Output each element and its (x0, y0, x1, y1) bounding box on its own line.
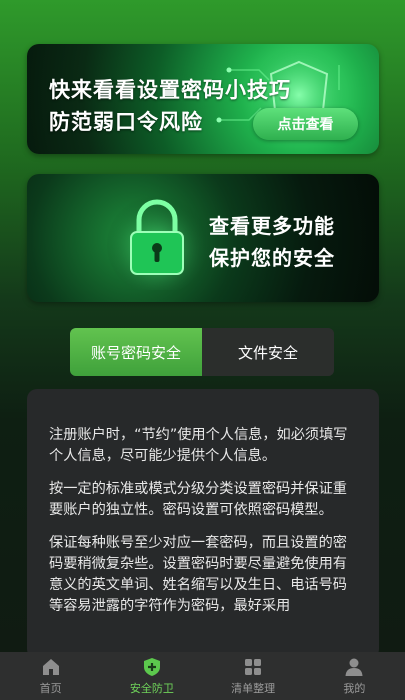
banner2-title-line2: 保护您的安全 (209, 246, 335, 270)
tabbar-item-checklist[interactable]: 清单整理 (203, 652, 304, 700)
security-tabs: 账号密码安全 文件安全 (70, 328, 334, 376)
home-icon (42, 658, 59, 675)
view-tips-button[interactable]: 点击查看 (253, 108, 358, 140)
tabbar-item-mine[interactable]: 我的 (304, 652, 405, 700)
tabbar-item-home[interactable]: 首页 (0, 652, 101, 700)
tabbar-label-home: 首页 (39, 681, 62, 695)
grid-icon (245, 658, 262, 675)
tip-paragraph-2: 按一定的标准或模式分级分类设置密码并保证重要账户的独立性。密码设置可依照密码模型… (49, 481, 347, 518)
tabbar-label-security: 安全防卫 (129, 681, 174, 695)
tabbar-item-security[interactable]: 安全防卫 (101, 652, 202, 700)
tabbar-label-checklist: 清单整理 (231, 681, 276, 695)
tip-paragraph-3: 保证每种账号至少对应一套密码，而且设置的密码要稍微复杂些。设置密码时要尽量避免使… (49, 535, 347, 614)
tips-content-card: 注册账户时，“节约”使用个人信息，如必须填写个人信息，尽可能少提供个人信息。 按… (27, 389, 379, 659)
lock-icon (107, 195, 207, 290)
user-icon (345, 658, 363, 676)
tabbar-label-mine: 我的 (343, 681, 366, 695)
tip-paragraph-1: 注册账户时，“节约”使用个人信息，如必须填写个人信息，尽可能少提供个人信息。 (49, 427, 348, 464)
tab-account-password[interactable]: 账号密码安全 (70, 328, 202, 376)
banner1-title-line2: 防范弱口令风险 (49, 110, 203, 134)
shield-plus-icon (143, 657, 160, 676)
banner1-title-line1: 快来看看设置密码小技巧 (49, 78, 291, 102)
banner2-title-line1: 查看更多功能 (209, 214, 335, 238)
tab-file-security[interactable]: 文件安全 (202, 328, 334, 376)
bottom-tab-bar: 首页 安全防卫 清单整理 我的 (0, 652, 405, 700)
more-features-banner[interactable]: 查看更多功能 保护您的安全 (27, 174, 379, 302)
